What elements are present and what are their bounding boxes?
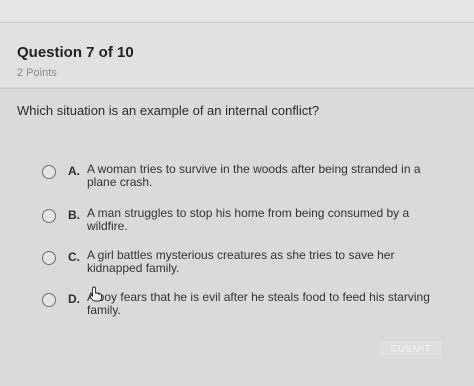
option-text: A man struggles to stop his home from be… (87, 206, 410, 233)
hand-pointer-icon (89, 286, 102, 302)
option-text: A boy fears that he is evil after he ste… (87, 290, 430, 317)
option-letter: C. (68, 250, 80, 264)
radio-option-b[interactable] (42, 209, 56, 223)
question-title: Question 7 of 10 (17, 44, 134, 61)
submit-button[interactable]: SUBMIT (380, 341, 442, 359)
radio-option-c[interactable] (42, 251, 56, 265)
radio-option-a[interactable] (42, 165, 56, 179)
option-text: A girl battles mysterious creatures as s… (87, 248, 395, 275)
points-label: 2 Points (17, 67, 57, 79)
option-letter: D. (68, 292, 80, 306)
radio-option-d[interactable] (42, 293, 56, 307)
option-letter: A. (68, 164, 80, 178)
option-text: A woman tries to survive in the woods af… (87, 162, 421, 189)
option-letter: B. (68, 208, 80, 222)
top-strip (0, 0, 474, 23)
question-prompt: Which situation is an example of an inte… (17, 103, 320, 118)
